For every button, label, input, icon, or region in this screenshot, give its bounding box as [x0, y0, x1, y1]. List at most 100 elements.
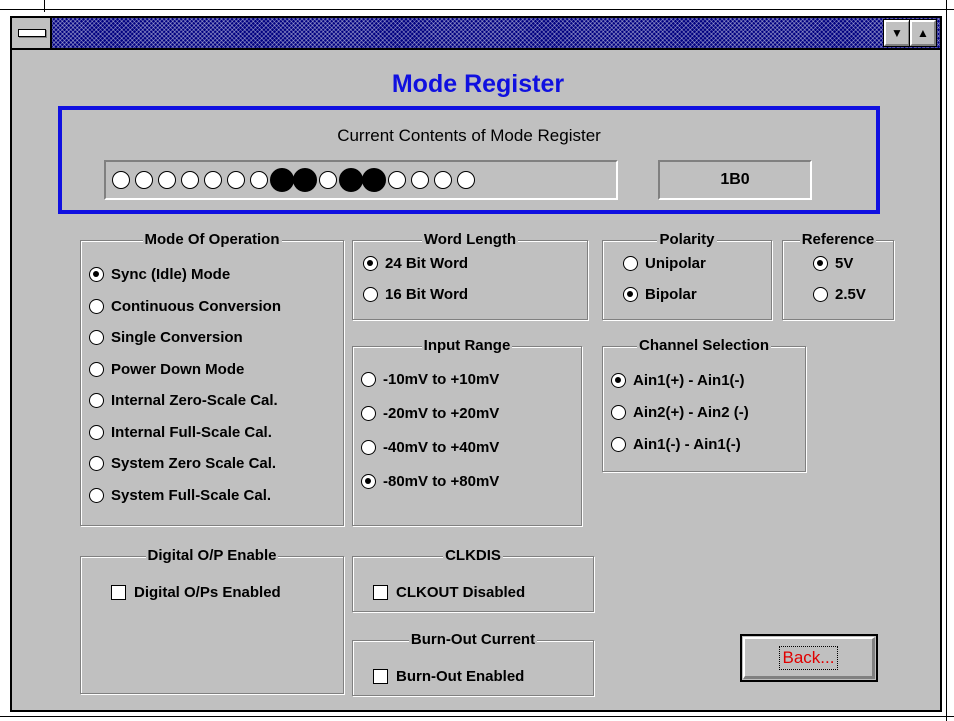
radio-button-icon	[813, 287, 828, 302]
input-range-option-2[interactable]: -40mV to +40mV	[361, 439, 499, 456]
input-range-option-1[interactable]: -20mV to +20mV	[361, 405, 499, 422]
digital-op-group: Digital O/P Enable Digital O/Ps Enabled	[80, 547, 344, 694]
mode-of-operation-option-5[interactable]: Internal Full-Scale Cal.	[89, 424, 272, 441]
radio-button-icon	[89, 298, 104, 314]
checkbox-icon	[111, 585, 126, 600]
clkdis-group: CLKDIS CLKOUT Disabled	[352, 547, 594, 612]
radio-button-icon	[361, 406, 376, 421]
radio-button-icon	[361, 440, 376, 455]
word-length-option-0[interactable]: 24 Bit Word	[363, 255, 468, 272]
system-menu-icon	[18, 29, 46, 37]
mode-of-operation-option-0[interactable]: Sync (Idle) Mode	[89, 266, 230, 283]
burnout-checkbox[interactable]: Burn-Out Enabled	[373, 668, 524, 685]
word-length-label: Word Length	[421, 231, 519, 248]
register-bit-11	[204, 171, 222, 189]
mode-of-operation-option-3[interactable]: Power Down Mode	[89, 361, 244, 378]
clkdis-checkbox-label: CLKOUT Disabled	[396, 584, 526, 601]
radio-button-icon	[611, 373, 626, 388]
radio-button-icon	[89, 487, 104, 503]
radio-button-icon	[89, 424, 104, 440]
page-title: Mode Register	[391, 70, 565, 98]
channel-selection-group: Channel Selection Ain1(+) - Ain1(-) Ain2(…	[602, 337, 806, 472]
mode-of-operation-option-4[interactable]: Internal Zero-Scale Cal.	[89, 392, 278, 409]
mode-of-operation-option-label: Sync (Idle) Mode	[111, 266, 231, 283]
mode-of-operation-label: Mode Of Operation	[142, 231, 282, 248]
clkdis-label: CLKDIS	[443, 547, 503, 564]
mode-of-operation-group: Mode Of Operation Sync (Idle) Mode Contin…	[80, 231, 344, 526]
burnout-checkbox-label: Burn-Out Enabled	[396, 668, 525, 685]
checkbox-icon	[373, 669, 388, 684]
checkbox-icon	[373, 585, 388, 600]
desktop-line-top	[0, 9, 954, 10]
mode-of-operation-option-2[interactable]: Single Conversion	[89, 329, 243, 346]
input-range-option-label: -20mV to +20mV	[383, 405, 500, 422]
radio-button-icon	[89, 456, 104, 471]
mode-of-operation-option-label: System Full-Scale Cal.	[111, 486, 272, 504]
polarity-option-label: Unipolar	[645, 255, 706, 272]
mode-of-operation-option-label: Single Conversion	[111, 329, 243, 346]
radio-button-icon	[623, 256, 638, 271]
reference-option-0[interactable]: 5V	[813, 255, 853, 272]
mode-of-operation-option-1[interactable]: Continuous Conversion	[89, 298, 281, 315]
channel-selection-option-2[interactable]: Ain1(-) - Ain1(-)	[611, 436, 741, 453]
mode-of-operation-option-label: Internal Full-Scale Cal.	[111, 423, 272, 441]
mode-of-operation-option-label: System Zero Scale Cal.	[111, 455, 277, 472]
input-range-option-label: -10mV to +10mV	[383, 371, 500, 388]
minimize-button[interactable]: ▼	[883, 19, 911, 47]
maximize-button[interactable]: ▲	[909, 19, 937, 47]
channel-selection-option-0[interactable]: Ain1(+) - Ain1(-)	[611, 372, 745, 389]
mode-of-operation-option-label: Power Down Mode	[111, 360, 245, 378]
input-range-option-3[interactable]: -80mV to +80mV	[361, 473, 499, 490]
register-bit-4	[362, 168, 386, 192]
register-bit-7	[293, 168, 317, 192]
radio-button-icon	[363, 287, 378, 302]
back-button-label: Back...	[778, 645, 839, 670]
polarity-group: Polarity Unipolar Bipolar	[602, 231, 772, 320]
register-bits	[104, 160, 618, 200]
polarity-option-1[interactable]: Bipolar	[623, 286, 697, 303]
polarity-option-0[interactable]: Unipolar	[623, 255, 706, 272]
radio-button-icon	[89, 361, 104, 377]
digital-op-checkbox-label: Digital O/Ps Enabled	[134, 584, 281, 601]
register-bit-8	[270, 168, 294, 192]
mode-of-operation-option-6[interactable]: System Zero Scale Cal.	[89, 455, 276, 472]
desktop-line-bottom	[0, 716, 954, 717]
register-bit-1	[434, 171, 452, 189]
back-button[interactable]: Back...	[740, 634, 878, 682]
register-bit-2	[411, 171, 429, 189]
register-hex-value: 1B0	[658, 160, 812, 200]
reference-label: Reference	[799, 231, 877, 248]
reference-option-label: 2.5V	[835, 286, 866, 303]
title-bar[interactable]: ▼ ▲	[12, 18, 940, 50]
reference-group: Reference 5V 2.5V	[782, 231, 894, 320]
mode-of-operation-option-label: Continuous Conversion	[111, 297, 281, 315]
register-bit-9	[250, 171, 268, 189]
system-menu-button[interactable]	[12, 18, 52, 48]
desktop-line-left	[44, 0, 45, 12]
digital-op-checkbox[interactable]: Digital O/Ps Enabled	[111, 584, 281, 601]
reference-option-1[interactable]: 2.5V	[813, 286, 866, 303]
channel-selection-option-label: Ain1(+) - Ain1(-)	[633, 372, 745, 389]
radio-button-icon	[89, 393, 104, 408]
channel-selection-option-1[interactable]: Ain2(+) - Ain2 (-)	[611, 404, 749, 421]
word-length-option-1[interactable]: 16 Bit Word	[363, 286, 468, 303]
input-range-option-0[interactable]: -10mV to +10mV	[361, 371, 499, 388]
mode-of-operation-option-label: Internal Zero-Scale Cal.	[111, 392, 278, 409]
register-bit-3	[388, 171, 406, 189]
radio-button-icon	[89, 267, 104, 282]
clkdis-checkbox[interactable]: CLKOUT Disabled	[373, 584, 525, 601]
digital-op-label: Digital O/P Enable	[145, 547, 279, 564]
word-length-group: Word Length 24 Bit Word 16 Bit Word	[352, 231, 588, 320]
radio-button-icon	[361, 474, 376, 489]
mode-of-operation-option-7[interactable]: System Full-Scale Cal.	[89, 487, 271, 504]
mode-register-window: ▼ ▲ Mode Register Current Contents of Mo…	[10, 16, 942, 712]
register-bit-6	[319, 171, 337, 189]
register-bit-12	[181, 171, 199, 189]
channel-selection-option-label: Ain2(+) - Ain2 (-)	[633, 404, 749, 421]
polarity-label: Polarity	[657, 231, 717, 248]
radio-button-icon	[89, 330, 104, 345]
word-length-option-label: 16 Bit Word	[385, 286, 469, 303]
radio-button-icon	[623, 287, 638, 302]
input-range-label: Input Range	[421, 337, 513, 354]
register-bit-14	[135, 171, 153, 189]
